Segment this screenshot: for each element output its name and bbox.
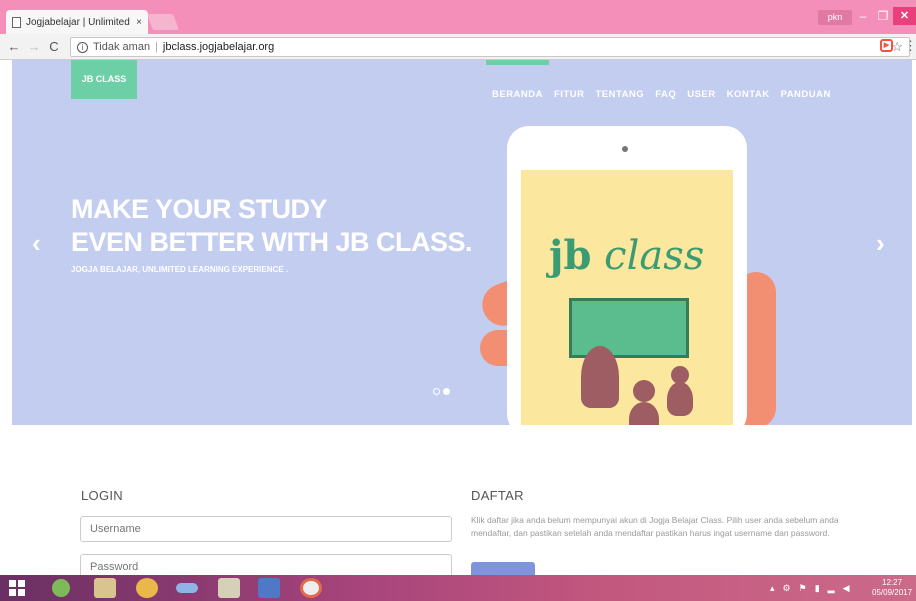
address-bar[interactable]: i Tidak aman | jbclass.jogjabelajar.org … xyxy=(70,37,910,57)
security-label: Tidak aman xyxy=(93,41,151,53)
site-nav: BERANDA FITUR TENTANG FAQ USER KONTAK PA… xyxy=(492,89,831,100)
signal-icon[interactable]: ▂ xyxy=(828,583,835,594)
flag-icon[interactable]: ⚑ xyxy=(799,583,807,594)
chevron-up-icon[interactable]: ▴ xyxy=(770,583,775,594)
student-figure xyxy=(667,382,693,416)
tablet-illustration: jb class xyxy=(507,126,747,425)
clock-time: 12:27 xyxy=(882,578,903,587)
tab-close-icon[interactable]: × xyxy=(136,17,142,28)
windows-taskbar: ▴ ⚙ ⚑ ▮ ▂ ◀ xyxy=(0,575,916,601)
info-icon[interactable]: i xyxy=(77,41,88,53)
username-input[interactable] xyxy=(80,516,452,542)
network-icon[interactable]: ⚙ xyxy=(783,583,791,594)
jb-class-logo: jb class xyxy=(549,232,705,279)
student-figure xyxy=(629,402,659,425)
nav-tentang[interactable]: TENTANG xyxy=(595,89,644,100)
slider-dot[interactable] xyxy=(433,388,440,395)
separator: | xyxy=(155,41,158,53)
tablet-camera xyxy=(622,146,628,152)
system-tray: ▴ ⚙ ⚑ ▮ ▂ ◀ xyxy=(770,583,849,594)
taskbar-clock[interactable]: 12:27 05/09/2017 xyxy=(872,578,912,598)
browser-toolbar: ← → C i Tidak aman | jbclass.jogjabelaja… xyxy=(0,34,916,60)
reload-icon[interactable]: C xyxy=(46,39,62,54)
app-icon[interactable] xyxy=(52,579,70,597)
word-icon[interactable] xyxy=(258,578,280,598)
nav-panduan[interactable]: PANDUAN xyxy=(781,89,831,100)
slider-dots xyxy=(433,388,450,395)
url-text[interactable]: jbclass.jogjabelajar.org xyxy=(163,41,274,53)
nav-active-indicator xyxy=(486,60,549,65)
nav-user[interactable]: USER xyxy=(687,89,715,100)
page-icon xyxy=(12,16,21,28)
more-vert-icon[interactable]: ⋮ xyxy=(904,38,916,54)
extension-icon[interactable]: ▶ xyxy=(880,39,893,52)
back-icon[interactable]: ← xyxy=(6,39,22,54)
tablet-screen: jb class xyxy=(521,170,733,425)
battery-icon[interactable]: ▮ xyxy=(815,583,820,594)
profile-chip[interactable]: pkn xyxy=(818,10,852,25)
windows-start-icon[interactable] xyxy=(9,580,25,596)
headline-line-1: MAKE YOUR STUDY xyxy=(71,194,328,224)
browser-titlebar: Jogjabelajar | Unlimited × pkn – ❐ ✕ xyxy=(0,0,916,34)
slider-next-icon[interactable]: › xyxy=(876,228,885,259)
slider-prev-icon[interactable]: ‹ xyxy=(32,228,41,259)
daftar-button[interactable] xyxy=(471,562,535,576)
browser-tab[interactable]: Jogjabelajar | Unlimited × xyxy=(6,10,148,34)
slider-dot-active[interactable] xyxy=(443,388,450,395)
site-logo[interactable]: JB CLASS xyxy=(71,60,137,99)
hero-banner: JB CLASS BERANDA FITUR TENTANG FAQ USER … xyxy=(12,60,912,425)
daftar-title: DAFTAR xyxy=(471,488,524,503)
forward-icon[interactable]: → xyxy=(26,39,42,54)
new-tab-button[interactable] xyxy=(147,14,179,30)
volume-icon[interactable]: ◀ xyxy=(843,583,850,594)
nav-kontak[interactable]: KONTAK xyxy=(727,89,770,100)
teacher-figure xyxy=(581,346,619,408)
star-icon[interactable]: ☆ xyxy=(891,39,903,55)
close-icon[interactable]: ✕ xyxy=(893,7,916,25)
login-title: LOGIN xyxy=(81,488,123,503)
tab-title: Jogjabelajar | Unlimited xyxy=(26,16,130,28)
nav-faq[interactable]: FAQ xyxy=(655,89,676,100)
explorer-icon[interactable] xyxy=(136,578,158,598)
network-app-icon[interactable] xyxy=(176,583,198,593)
chrome-icon[interactable] xyxy=(300,578,322,598)
daftar-description: Klik daftar jika anda belum mempunyai ak… xyxy=(471,515,839,538)
nav-fitur[interactable]: FITUR xyxy=(554,89,584,100)
minimize-icon[interactable]: – xyxy=(852,7,874,25)
headline-line-2: EVEN BETTER WITH JB CLASS. xyxy=(71,227,473,257)
student-head xyxy=(633,380,655,402)
blackboard-illustration xyxy=(569,298,689,358)
maximize-icon[interactable]: ❐ xyxy=(872,7,894,25)
notepad-icon[interactable] xyxy=(94,578,116,598)
hero-headline: MAKE YOUR STUDY EVEN BETTER WITH JB CLAS… xyxy=(71,193,473,259)
hero-subline: JOGJA BELAJAR, UNLIMITED LEARNING EXPERI… xyxy=(71,265,289,274)
clock-date: 05/09/2017 xyxy=(872,588,913,597)
nav-beranda[interactable]: BERANDA xyxy=(492,89,543,100)
screen: Jogjabelajar | Unlimited × pkn – ❐ ✕ ← →… xyxy=(0,0,916,601)
archive-icon[interactable] xyxy=(218,578,240,598)
